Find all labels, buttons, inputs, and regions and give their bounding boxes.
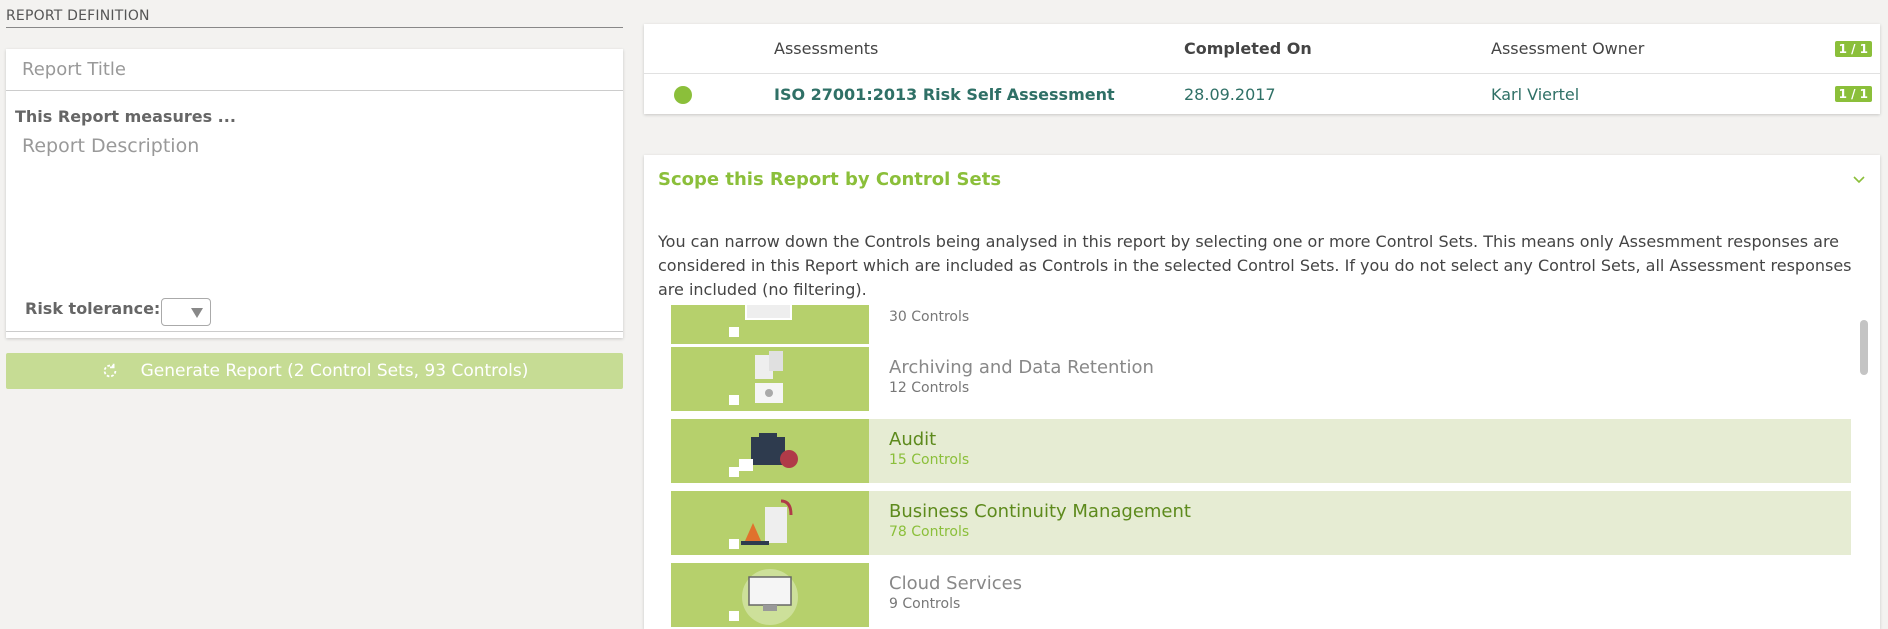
risk-tolerance-label: Risk tolerance: bbox=[25, 299, 161, 318]
report-measures-label: This Report measures ... bbox=[15, 107, 236, 126]
control-set-count: 12 Controls bbox=[889, 380, 970, 396]
generate-report-button[interactable]: Generate Report (2 Control Sets, 93 Cont… bbox=[6, 353, 623, 389]
audit-icon bbox=[671, 419, 869, 483]
control-set-count: 9 Controls bbox=[889, 596, 961, 612]
scope-description: You can narrow down the Controls being a… bbox=[658, 232, 1852, 299]
business-continuity-icon bbox=[671, 491, 869, 555]
risk-tolerance-select[interactable] bbox=[161, 298, 211, 326]
list-item[interactable]: Audit 15 Controls bbox=[671, 419, 1851, 483]
status-dot-icon bbox=[674, 86, 692, 104]
scope-panel-title[interactable]: Scope this Report by Control Sets bbox=[658, 169, 1001, 190]
refresh-icon bbox=[103, 363, 116, 378]
column-header-assessments[interactable]: Assessments bbox=[774, 24, 878, 73]
column-header-owner[interactable]: Assessment Owner bbox=[1491, 24, 1644, 73]
count-badge: 1 / 1 bbox=[1834, 40, 1872, 57]
assessments-table-header: Assessments Completed On Assessment Owne… bbox=[644, 24, 1880, 74]
control-set-count: 78 Controls bbox=[889, 524, 970, 540]
assessment-owner: Karl Viertel bbox=[1491, 84, 1580, 104]
caret-down-icon bbox=[191, 308, 203, 318]
report-title-input[interactable] bbox=[6, 49, 623, 91]
section-title-report-definition: REPORT DEFINITION bbox=[6, 8, 623, 28]
control-set-name: Audit bbox=[889, 429, 937, 450]
column-header-completed-on[interactable]: Completed On bbox=[1184, 24, 1312, 73]
chevron-down-icon[interactable] bbox=[1852, 173, 1866, 187]
control-sets-scrollbar[interactable] bbox=[1860, 320, 1868, 375]
control-set-count: 15 Controls bbox=[889, 452, 970, 468]
generate-report-label: Generate Report (2 Control Sets, 93 Cont… bbox=[140, 361, 529, 381]
list-item[interactable]: Cloud Services 9 Controls bbox=[671, 563, 1851, 627]
control-set-count: 30 Controls bbox=[889, 309, 970, 325]
control-set-name: Archiving and Data Retention bbox=[889, 357, 1154, 378]
app-icon bbox=[671, 305, 869, 344]
assessments-table: Assessments Completed On Assessment Owne… bbox=[644, 24, 1880, 114]
assessment-name-link[interactable]: ISO 27001:2013 Risk Self Assessment bbox=[774, 74, 1115, 114]
control-set-name: Cloud Services bbox=[889, 573, 1023, 594]
scope-control-sets-panel: Scope this Report by Control Sets You ca… bbox=[644, 155, 1880, 629]
archive-icon bbox=[671, 347, 869, 411]
report-definition-card: This Report measures ... Risk tolerance: bbox=[6, 49, 623, 338]
list-item[interactable]: Business Continuity Management 78 Contro… bbox=[671, 491, 1851, 555]
list-item[interactable]: 30 Controls bbox=[671, 305, 1851, 344]
cloud-icon bbox=[671, 563, 869, 627]
table-row[interactable]: ISO 27001:2013 Risk Self Assessment 28.0… bbox=[644, 74, 1880, 114]
control-set-name: Business Continuity Management bbox=[889, 501, 1191, 522]
list-item[interactable]: Archiving and Data Retention 12 Controls bbox=[671, 347, 1851, 411]
count-badge: 1 / 1 bbox=[1834, 86, 1872, 102]
assessment-completed-on: 28.09.2017 bbox=[1184, 84, 1276, 104]
control-sets-list: 30 Controls Archiving and Data Retention… bbox=[671, 305, 1851, 629]
